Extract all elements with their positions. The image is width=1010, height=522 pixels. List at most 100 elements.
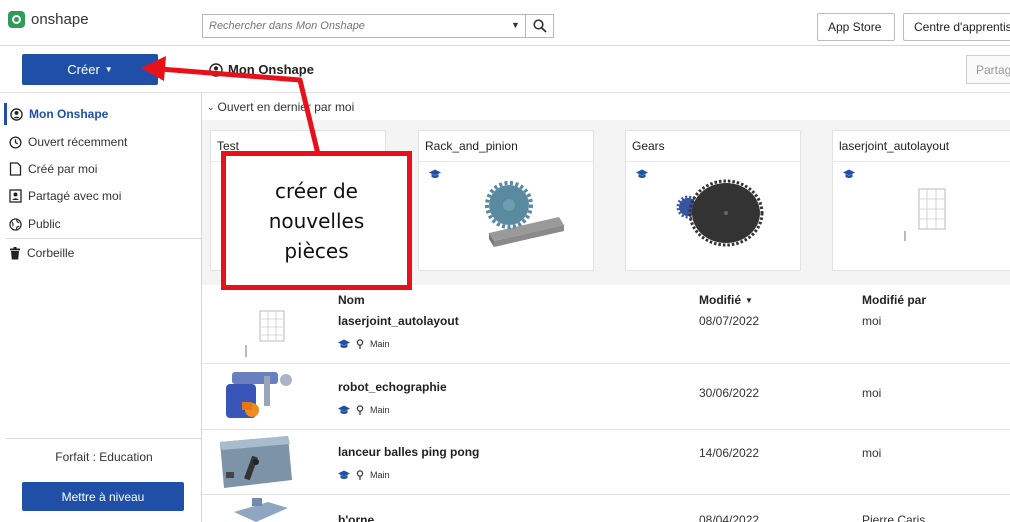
borne-thumbnail <box>234 498 288 522</box>
modified-by: moi <box>862 446 882 460</box>
document-icon <box>9 162 22 176</box>
document-name[interactable]: b'orne <box>338 513 374 522</box>
shared-user-icon <box>9 189 22 203</box>
upgrade-button[interactable]: Mettre à niveau <box>22 482 184 511</box>
search-box: ▼ <box>202 14 554 38</box>
education-cap-icon <box>636 169 648 178</box>
document-meta: Main <box>338 339 390 349</box>
app-store-label: App Store <box>828 20 882 34</box>
card-divider <box>833 161 1010 162</box>
annotation-line: créer de <box>275 178 358 203</box>
sidebar-item-label: Mon Onshape <box>29 107 109 121</box>
sidebar-item-trash[interactable]: Corbeille <box>6 242 196 264</box>
onshape-logo-icon <box>8 11 25 28</box>
page-title-text: Mon Onshape <box>228 62 314 77</box>
branch-label: Main <box>370 470 390 480</box>
table-row[interactable]: lanceur balles ping pong Main 14/06/2022… <box>202 430 1010 495</box>
modified-by: moi <box>862 314 882 328</box>
recent-section-toggle[interactable]: ⌄ Ouvert en dernier par moi <box>207 100 354 114</box>
user-circle-icon <box>209 62 223 77</box>
modified-by: moi <box>862 386 882 400</box>
recent-card-laserjoint[interactable]: laserjoint_autolayout <box>832 130 1010 271</box>
recent-section-title: Ouvert en dernier par moi <box>217 100 355 114</box>
modified-by: Pierre Caris <box>862 513 926 522</box>
sidebar-item-mon-onshape[interactable]: Mon Onshape <box>4 103 194 125</box>
globe-icon <box>9 217 22 231</box>
sidebar-item-shared-with-me[interactable]: Partagé avec moi <box>6 185 196 207</box>
column-header-modified[interactable]: Modifié ▼ <box>699 293 753 307</box>
user-circle-icon <box>10 107 23 121</box>
rack-and-pinion-thumbnail <box>485 181 564 247</box>
laserjoint-thumbnail <box>904 188 946 241</box>
document-meta: Main <box>338 405 390 415</box>
gears-thumbnail <box>676 179 764 247</box>
sidebar-item-public[interactable]: Public <box>6 213 196 235</box>
recent-card-rack-and-pinion[interactable]: Rack_and_pinion <box>418 130 594 271</box>
education-cap-icon <box>338 339 350 348</box>
education-cap-icon <box>338 405 350 414</box>
document-name[interactable]: robot_echographie <box>338 380 447 394</box>
sidebar-item-created-by-me[interactable]: Créé par moi <box>6 158 196 180</box>
document-name[interactable]: lanceur balles ping pong <box>338 445 479 459</box>
column-header-modified-label: Modifié <box>699 293 741 307</box>
branch-pin-icon <box>356 405 364 415</box>
sidebar-item-recent[interactable]: Ouvert récemment <box>6 131 196 153</box>
sidebar-item-label: Ouvert récemment <box>28 135 128 149</box>
create-label: Créer <box>67 62 100 77</box>
upgrade-label: Mettre à niveau <box>61 489 145 504</box>
branch-label: Main <box>370 339 390 349</box>
sidebar-divider <box>6 238 202 239</box>
search-input[interactable] <box>203 15 525 37</box>
table-row[interactable]: laserjoint_autolayout Main 08/07/2022 mo… <box>202 309 1010 364</box>
annotation-callout: créer de nouvelles pièces <box>221 151 412 290</box>
modified-date: 30/06/2022 <box>699 386 760 400</box>
column-header-name[interactable]: Nom <box>338 293 365 307</box>
card-divider <box>626 161 800 162</box>
sidebar-item-label: Créé par moi <box>28 162 98 176</box>
branch-pin-icon <box>356 470 364 480</box>
chevron-down-icon: ▼ <box>104 65 113 74</box>
modified-date: 14/06/2022 <box>699 446 760 460</box>
education-cap-icon <box>338 470 350 479</box>
annotation-line: pièces <box>284 238 349 263</box>
document-name[interactable]: laserjoint_autolayout <box>338 314 459 328</box>
card-title: laserjoint_autolayout <box>839 139 950 153</box>
search-scope-dropdown-icon[interactable]: ▼ <box>511 20 520 30</box>
learning-center-label: Centre d'apprentissage <box>914 20 1010 34</box>
branch-pin-icon <box>356 339 364 349</box>
logo-text: onshape <box>31 11 89 28</box>
plan-divider <box>6 438 202 439</box>
education-cap-icon <box>843 169 855 178</box>
sidebar-item-label: Public <box>28 217 61 231</box>
share-button[interactable]: Partager <box>966 55 1010 84</box>
document-meta: Main <box>338 470 390 480</box>
recent-card-gears[interactable]: Gears <box>625 130 801 271</box>
search-button[interactable] <box>525 14 554 38</box>
annotation-line: nouvelles <box>268 208 365 233</box>
card-divider <box>419 161 593 162</box>
annotation-text: créer de nouvelles pièces <box>269 176 365 266</box>
table-row[interactable]: b'orne 08/04/2022 Pierre Caris <box>202 495 1010 522</box>
laserjoint-thumbnail <box>245 310 285 357</box>
sort-desc-icon: ▼ <box>745 295 753 305</box>
table-row[interactable]: robot_echographie Main 30/06/2022 moi <box>202 364 1010 430</box>
onshape-logo[interactable]: onshape <box>8 11 89 28</box>
create-button[interactable]: Créer ▼ <box>22 54 158 85</box>
trash-icon <box>10 246 20 259</box>
robot-echographie-thumbnail <box>226 372 292 418</box>
chevron-down-icon: ⌄ <box>207 101 215 112</box>
column-header-modified-by[interactable]: Modifié par <box>862 293 926 307</box>
learning-center-button[interactable]: Centre d'apprentissage <box>903 13 1010 41</box>
lanceur-balles-thumbnail <box>220 436 292 488</box>
top-bar: onshape ▼ App Store Centre d'apprentissa… <box>0 0 1010 46</box>
page-title: Mon Onshape <box>209 62 314 77</box>
modified-date: 08/04/2022 <box>699 513 760 522</box>
app-store-button[interactable]: App Store <box>817 13 895 41</box>
card-title: Gears <box>632 139 665 153</box>
sidebar: Mon Onshape Ouvert récemment Créé par mo… <box>0 93 202 522</box>
plan-label: Forfait : Education <box>55 450 153 464</box>
card-title: Rack_and_pinion <box>425 139 518 153</box>
sidebar-item-label: Partagé avec moi <box>28 189 122 203</box>
modified-date: 08/07/2022 <box>699 314 760 328</box>
education-cap-icon <box>429 169 441 178</box>
